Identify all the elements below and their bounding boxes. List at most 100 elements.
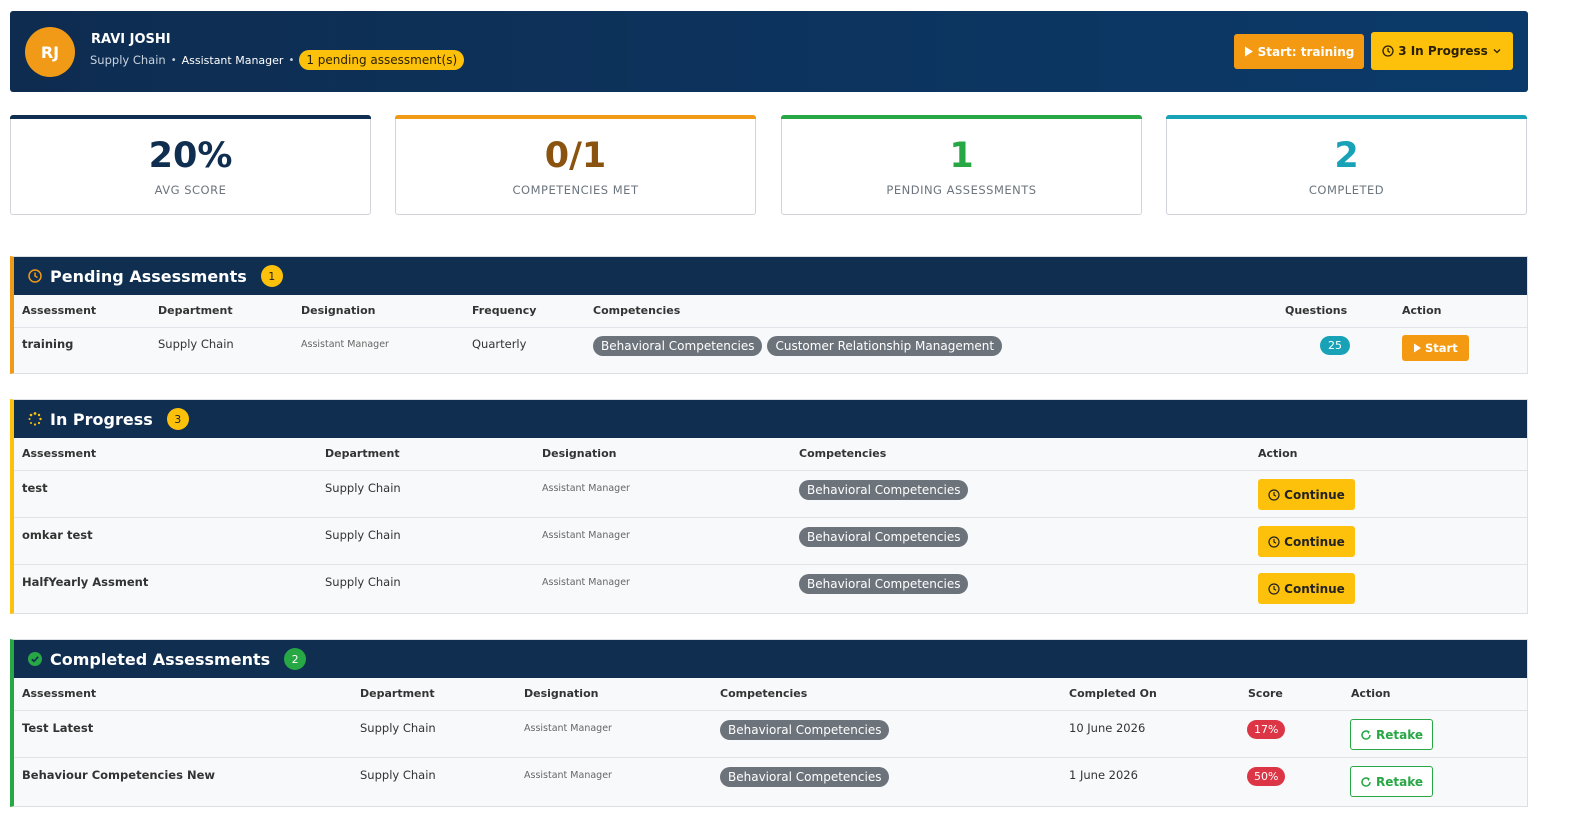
score-badge: 17% (1247, 720, 1286, 739)
assessment-name: HalfYearly Assment (22, 575, 149, 589)
questions-count: 25 (1320, 336, 1350, 355)
column-header: Action (1258, 447, 1298, 460)
stat-accent-bar (1166, 115, 1527, 119)
pending-count-pill: 1 pending assessment(s) (299, 50, 465, 70)
column-header: Designation (542, 447, 617, 460)
clock-icon (1268, 488, 1280, 501)
department: Supply Chain (158, 337, 234, 351)
action-cell: Start (1402, 335, 1469, 361)
start-button[interactable]: Start (1402, 335, 1469, 361)
stat-accent-bar (781, 115, 1142, 119)
table-row: training Supply Chain Assistant Manager … (14, 328, 1527, 373)
continue-label: Continue (1284, 581, 1345, 596)
action-cell: Continue (1258, 573, 1355, 604)
section-title: Completed Assessments (50, 649, 271, 669)
play-icon (1413, 343, 1422, 353)
table-row: omkar test Supply Chain Assistant Manage… (14, 518, 1527, 565)
in-progress-dropdown[interactable]: 3 In Progress (1371, 32, 1513, 70)
frequency: Quarterly (472, 337, 527, 351)
check-circle-icon (28, 652, 42, 666)
clock-icon (1382, 45, 1394, 57)
stat-accent-bar (10, 115, 371, 119)
column-header: Competencies (799, 447, 887, 460)
competency-chip: Customer Relationship Management (767, 336, 1003, 356)
department: Supply Chain (325, 575, 401, 589)
competencies: Behavioral Competencies (720, 720, 894, 740)
retake-button[interactable]: Retake (1350, 766, 1433, 797)
completed-on: 1 June 2026 (1069, 768, 1138, 782)
column-header: Designation (301, 304, 376, 317)
retake-label: Retake (1375, 727, 1423, 742)
continue-label: Continue (1284, 487, 1345, 502)
stat-label: AVG SCORE (154, 183, 227, 197)
competency-chip: Behavioral Competencies (799, 574, 969, 594)
start-label: Start (1425, 341, 1458, 355)
continue-button[interactable]: Continue (1258, 526, 1355, 557)
column-header: Assessment (22, 304, 97, 317)
stat-card-avg-score: 20% AVG SCORE (10, 115, 371, 215)
competencies: Behavioral Competencies (720, 767, 894, 787)
designation: Assistant Manager (542, 530, 630, 541)
competency-chip: Behavioral Competencies (720, 767, 890, 787)
competency-chip: Behavioral Competencies (593, 336, 763, 356)
column-header: Frequency (472, 304, 537, 317)
competencies: Behavioral Competencies (799, 574, 973, 594)
spinner-icon (28, 412, 42, 426)
retake-button[interactable]: Retake (1350, 719, 1433, 750)
clock-icon (28, 269, 42, 283)
continue-button[interactable]: Continue (1258, 573, 1355, 604)
action-cell: Continue (1258, 526, 1355, 557)
separator-dot: • (288, 54, 295, 66)
column-header: Department (158, 304, 233, 317)
completed-on: 10 June 2026 (1069, 721, 1146, 735)
section-header: In Progress 3 (14, 400, 1527, 438)
assessment-name: Test Latest (22, 721, 94, 735)
assessment-name: test (22, 481, 48, 495)
competencies: Behavioral Competencies (799, 480, 973, 500)
section-header: Pending Assessments 1 (14, 257, 1527, 295)
table-header: Assessment Department Designation Compet… (14, 438, 1527, 471)
column-header: Department (325, 447, 400, 460)
department: Supply Chain (325, 528, 401, 542)
separator-dot: • (170, 54, 177, 66)
score-cell: 17% (1247, 720, 1286, 739)
stat-value: 0/1 (544, 136, 607, 176)
table-header: Assessment Department Designation Compet… (14, 678, 1527, 711)
continue-button[interactable]: Continue (1258, 479, 1355, 510)
department: Supply Chain (360, 721, 436, 735)
section-title: In Progress (50, 409, 153, 429)
chevron-down-icon (1492, 46, 1502, 56)
stat-card-completed: 2 COMPLETED (1166, 115, 1527, 215)
retake-label: Retake (1375, 774, 1423, 789)
table-row: Behaviour Competencies New Supply Chain … (14, 758, 1527, 805)
column-header: Competencies (593, 304, 681, 317)
stat-card-pending: 1 PENDING ASSESSMENTS (781, 115, 1142, 215)
continue-label: Continue (1284, 534, 1345, 549)
stat-label: COMPETENCIES MET (512, 183, 639, 197)
competencies: Behavioral Competencies (799, 527, 973, 547)
assessment-name: Behaviour Competencies New (22, 768, 216, 782)
start-training-button[interactable]: Start: training (1234, 34, 1364, 69)
pending-assessments-section: Pending Assessments 1 Assessment Departm… (10, 256, 1528, 374)
section-header: Completed Assessments 2 (14, 640, 1527, 678)
refresh-icon (1360, 729, 1372, 741)
designation: Assistant Manager (524, 723, 612, 734)
avatar: RJ (25, 27, 75, 77)
column-header: Action (1351, 687, 1391, 700)
assessment-name: omkar test (22, 528, 93, 542)
stat-label: PENDING ASSESSMENTS (886, 183, 1037, 197)
column-header: Action (1402, 304, 1442, 317)
assessment-name: training (22, 337, 74, 351)
competency-chip: Behavioral Competencies (799, 527, 969, 547)
stat-accent-bar (395, 115, 756, 119)
table-row: Test Latest Supply Chain Assistant Manag… (14, 711, 1527, 758)
action-cell: Retake (1350, 766, 1433, 797)
in-progress-section: In Progress 3 Assessment Department Desi… (10, 399, 1528, 614)
refresh-icon (1360, 776, 1372, 788)
action-cell: Retake (1350, 719, 1433, 750)
stat-label: COMPLETED (1308, 183, 1385, 197)
designation: Assistant Manager (542, 483, 630, 494)
department: Supply Chain (360, 768, 436, 782)
count-badge: 1 (260, 265, 283, 287)
user-meta: Supply Chain • Assistant Manager • 1 pen… (90, 50, 465, 70)
